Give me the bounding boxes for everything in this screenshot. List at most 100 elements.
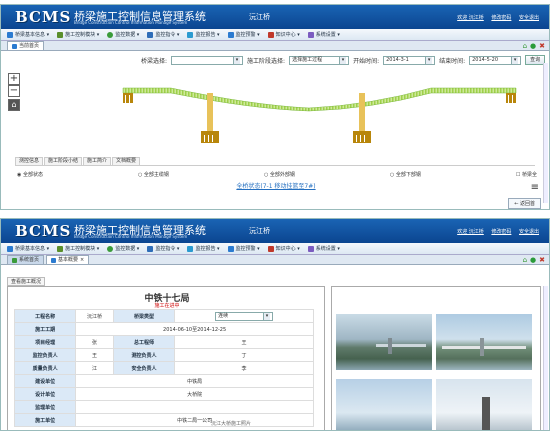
scrollbar[interactable] bbox=[543, 286, 548, 430]
pier-left-end bbox=[123, 93, 133, 103]
user-links: 欢迎 沅江桥 修改密码 安全退出 bbox=[451, 228, 539, 235]
stage-select[interactable]: 选择施工过程 ▾ bbox=[289, 55, 350, 65]
radio-all-lower[interactable]: ○ 全部下部钢 bbox=[390, 171, 421, 178]
table-row: 项目经理张总工程师王 bbox=[13, 335, 314, 349]
bridge-select[interactable]: ▾ bbox=[171, 55, 244, 65]
knowledge-icon bbox=[267, 245, 274, 252]
radio-all-outer[interactable]: ○ 全部外部钢 bbox=[264, 171, 295, 178]
divider bbox=[15, 165, 535, 166]
calendar-icon: ▾ bbox=[425, 56, 433, 64]
menu-item-monitor-data[interactable]: 监控数据 ▾ bbox=[107, 31, 139, 38]
bridge-status-link[interactable]: 全桥状态(7-1 移动挂篮至7#) bbox=[1, 181, 549, 190]
logout-link[interactable]: 安全退出 bbox=[519, 229, 539, 235]
close-icon[interactable]: ✖ bbox=[539, 42, 545, 50]
end-time-input[interactable]: 2014-5-20 ▾ bbox=[469, 55, 522, 65]
tab-corner-icons: ⌂ ● ✖ bbox=[523, 256, 545, 264]
radio-all-state[interactable]: ◉ 全部状态 bbox=[17, 171, 43, 178]
start-time-label: 开始时间: bbox=[353, 57, 380, 65]
construction-photo[interactable] bbox=[336, 379, 432, 430]
welcome-link[interactable]: 欢迎 沅江桥 bbox=[457, 15, 484, 21]
menu-item-monitor-data[interactable]: 监控数据 ▾ bbox=[107, 245, 139, 252]
scrollbar[interactable] bbox=[543, 63, 548, 203]
calendar-icon: ▾ bbox=[511, 56, 519, 64]
menu-item-control-module[interactable]: 施工控制模块 ▾ bbox=[57, 245, 99, 252]
construction-photo[interactable] bbox=[436, 379, 532, 430]
settings-icon bbox=[307, 245, 314, 252]
gallery-caption: 沅江大桥施工照片 bbox=[211, 421, 252, 427]
tab-stage-summary[interactable]: 施工阶段小结 bbox=[44, 157, 83, 165]
filter-bar: 桥梁选择: ▾ 施工阶段选择: 选择施工过程 ▾ 开始时间: 2014-3-1 ▾ … bbox=[141, 55, 546, 65]
refresh-icon[interactable]: ● bbox=[530, 256, 536, 264]
table-row: 施工工期 2014-06-10至2014-12-25 bbox=[13, 322, 314, 336]
tab-home[interactable]: 当前首页 bbox=[7, 41, 45, 50]
menu-icon[interactable]: ≡ bbox=[531, 182, 539, 193]
menu-item-bridge-info[interactable]: 桥梁基本信息 ▾ bbox=[7, 31, 49, 38]
change-password-link[interactable]: 修改密码 bbox=[491, 15, 511, 21]
home-icon[interactable]: ⌂ bbox=[523, 256, 527, 264]
project-name: 沅江桥 bbox=[249, 13, 270, 21]
radio-all-cable[interactable]: ○ 全部主缆钢 bbox=[138, 171, 169, 178]
app-header: BCMS 桥梁施工控制信息管理系统 Bridge Construction Co… bbox=[1, 219, 549, 243]
control-module-icon bbox=[57, 245, 64, 252]
knowledge-icon bbox=[267, 31, 274, 38]
chevron-down-icon: ▾ bbox=[339, 56, 347, 64]
tab-intro[interactable]: 施工简介 bbox=[83, 157, 112, 165]
home-view-button[interactable]: ⌂ bbox=[8, 99, 20, 111]
start-time-input[interactable]: 2014-3-1 ▾ bbox=[383, 55, 436, 65]
app-header: BCMS 桥梁施工控制信息管理系统 Bridge Construction Co… bbox=[1, 5, 549, 29]
reports-icon bbox=[187, 245, 194, 252]
reports-icon bbox=[187, 31, 194, 38]
chevron-down-icon: ▾ bbox=[263, 312, 271, 320]
project-name: 沅江桥 bbox=[249, 227, 270, 235]
construction-photo[interactable] bbox=[336, 314, 432, 370]
menu-item-instructions[interactable]: 监控指令 ▾ bbox=[147, 245, 179, 252]
pier-right-end bbox=[506, 93, 516, 103]
menu-item-reports[interactable]: 监控报告 ▾ bbox=[187, 245, 220, 252]
menu-item-instructions[interactable]: 监控指令 ▾ bbox=[147, 31, 179, 38]
tab-docs[interactable]: 文档概要 bbox=[112, 157, 141, 165]
tab-survey-info[interactable]: 测控信息 bbox=[15, 157, 44, 165]
view-overview-button[interactable]: 查看施工概况 bbox=[7, 277, 46, 286]
menu-item-knowledge[interactable]: 知识中心 ▾ bbox=[267, 245, 300, 252]
table-row: 工程名称 沅江桥 桥梁类型 连续 ▾ bbox=[13, 309, 314, 323]
menu-item-bridge-info[interactable]: 桥梁基本信息 ▾ bbox=[7, 245, 49, 252]
zoom-out-button[interactable]: − bbox=[8, 85, 20, 97]
info-tabs: 测控信息 施工阶段小结 施工简介 文档概要 bbox=[15, 157, 141, 165]
menu-item-control-module[interactable]: 施工控制模块 ▾ bbox=[57, 31, 99, 38]
menu-item-settings[interactable]: 系统设置 ▾ bbox=[307, 31, 340, 38]
bridge-elevation-diagram bbox=[122, 87, 517, 143]
return-button[interactable]: ← 返回首 bbox=[508, 198, 541, 209]
menu-item-warnings[interactable]: 监控预警 ▾ bbox=[227, 31, 260, 38]
menu-item-knowledge[interactable]: 知识中心 ▾ bbox=[267, 31, 300, 38]
tab-bar: 系统首页 基本概要 × ⌂ ● ✖ bbox=[1, 255, 549, 265]
construction-photo[interactable] bbox=[436, 314, 532, 370]
bridge-type-select[interactable]: 连续 ▾ bbox=[215, 311, 274, 321]
home-tab-icon bbox=[12, 257, 17, 263]
home-tab-icon bbox=[12, 43, 17, 49]
project-info-table: 工程名称 沅江桥 桥梁类型 连续 ▾ 施工工期 2014-06-10至2014-12-25… bbox=[13, 309, 314, 427]
settings-icon bbox=[307, 31, 314, 38]
main-menu: 桥梁基本信息 ▾ 施工控制模块 ▾ 监控数据 ▾ 监控指令 ▾ 监控报告 ▾ 监… bbox=[1, 29, 549, 41]
welcome-link[interactable]: 欢迎 沅江桥 bbox=[457, 229, 484, 235]
instructions-icon bbox=[147, 245, 154, 252]
table-row: 监控负责人王测控负责人丁 bbox=[13, 348, 314, 362]
refresh-icon[interactable]: ● bbox=[530, 42, 536, 50]
change-password-link[interactable]: 修改密码 bbox=[491, 229, 511, 235]
tab-system-home[interactable]: 系统首页 bbox=[7, 255, 45, 264]
menu-item-settings[interactable]: 系统设置 ▾ bbox=[307, 245, 340, 252]
logout-link[interactable]: 安全退出 bbox=[519, 15, 539, 21]
menu-item-warnings[interactable]: 监控预警 ▾ bbox=[227, 245, 260, 252]
zoom-in-button[interactable]: + bbox=[8, 73, 20, 85]
doc-tab-icon bbox=[51, 257, 57, 263]
tab-basic-overview[interactable]: 基本概要 × bbox=[46, 255, 90, 264]
end-time-label: 结束时间: bbox=[439, 57, 466, 65]
close-icon[interactable]: ✖ bbox=[539, 256, 545, 264]
project-info-panel: 中铁十七局 施工在进中 工程名称 沅江桥 桥梁类型 连续 ▾ 施工工期 2014-06-1… bbox=[7, 286, 325, 430]
close-tab-icon[interactable]: × bbox=[80, 256, 84, 264]
window-project-detail: BCMS 桥梁施工控制信息管理系统 Bridge Construction Co… bbox=[0, 218, 550, 431]
main-menu: 桥梁基本信息 ▾ 施工控制模块 ▾ 监控数据 ▾ 监控指令 ▾ 监控报告 ▾ 监… bbox=[1, 243, 549, 255]
home-icon[interactable]: ⌂ bbox=[523, 42, 527, 50]
menu-item-reports[interactable]: 监控报告 ▾ bbox=[187, 31, 220, 38]
project-status: 施工在进中 bbox=[154, 303, 180, 309]
checkbox-bridge-all[interactable]: ☐ 桥梁全 bbox=[516, 171, 537, 178]
